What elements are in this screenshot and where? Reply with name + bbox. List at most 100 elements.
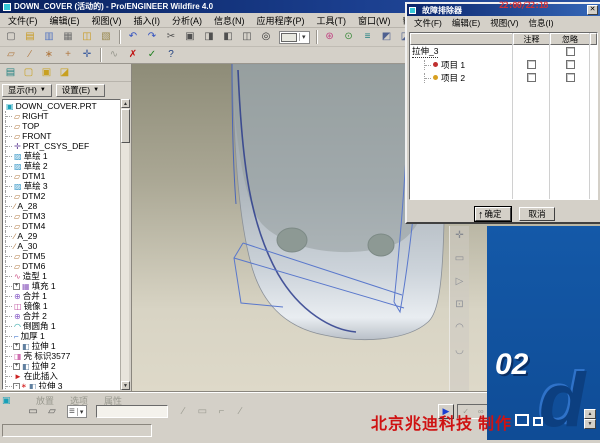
tree-item[interactable]: ⌐加厚 1 <box>5 331 128 341</box>
spin-center-icon[interactable]: ⊙ <box>340 30 358 45</box>
mail-icon[interactable]: ▧ <box>97 30 115 45</box>
menu-item-4[interactable]: 分析(A) <box>166 13 208 28</box>
troubleshooter-row[interactable]: 项目 2 <box>410 71 597 84</box>
accept-icon[interactable]: ✓ <box>143 48 161 63</box>
chevron-down-icon[interactable]: ▾ <box>299 33 308 41</box>
ignore-column-header[interactable]: 忽略 <box>550 33 590 45</box>
shell-tool-icon[interactable]: ◡ <box>455 345 464 356</box>
overlay-spinner[interactable]: ▲ ▼ <box>584 409 596 430</box>
datum-tool-icon[interactable]: ✛ <box>455 230 463 241</box>
settings-dropdown-button[interactable]: 设置(E) ▼ <box>56 84 105 97</box>
remove-material-icon[interactable]: ▭ <box>193 404 211 419</box>
tree-item[interactable]: ▱DTM4 <box>5 221 128 231</box>
spin-center-toggle[interactable]: ✛ <box>78 48 96 63</box>
tree-item[interactable]: ▨草绘 3 <box>5 181 128 191</box>
scroll-up-icon[interactable]: ▲ <box>121 99 130 108</box>
show-dropdown-button[interactable]: 显示(H) ▼ <box>2 84 52 97</box>
scroll-down-icon[interactable]: ▼ <box>121 381 130 390</box>
ignore-checkbox[interactable] <box>566 73 575 82</box>
delete-icon[interactable]: ✗ <box>124 48 142 63</box>
tree-item[interactable]: ▱FRONT <box>5 131 128 141</box>
tree-item[interactable]: ▣DOWN_COVER.PRT <box>5 101 128 111</box>
scrollbar-thumb[interactable] <box>121 109 130 143</box>
find-icon[interactable]: ◎ <box>257 30 275 45</box>
view-manager-icon[interactable]: ◩ <box>378 30 396 45</box>
menu-item-2[interactable]: 视图(V) <box>86 13 128 28</box>
chevron-down-icon[interactable]: ▾ <box>77 408 86 416</box>
spin-down-icon[interactable]: ▼ <box>584 419 596 429</box>
menu-item-3[interactable]: 信息(I) <box>524 17 559 29</box>
save-icon[interactable]: ▥ <box>40 30 58 45</box>
tree-item[interactable]: ∕A_28 <box>5 201 128 211</box>
thicken-icon[interactable]: ⌐ <box>212 404 230 419</box>
layers-icon[interactable]: ≡ <box>359 30 377 45</box>
open-icon[interactable]: ▤ <box>21 30 39 45</box>
tree-item[interactable]: -∗◧拉伸 3 <box>5 381 128 390</box>
menu-item-0[interactable]: 文件(F) <box>2 13 44 28</box>
tree-item[interactable]: ∿造型 1 <box>5 271 128 281</box>
model-tree-tab[interactable]: ▤ <box>2 65 19 80</box>
menu-item-2[interactable]: 视图(V) <box>485 17 523 29</box>
menu-item-7[interactable]: 工具(T) <box>311 13 353 28</box>
menu-item-8[interactable]: 窗口(W) <box>352 13 397 28</box>
depth-value-field[interactable] <box>96 405 168 418</box>
sketch-tool-icon[interactable]: ∿ <box>105 48 123 63</box>
menu-item-6[interactable]: 应用程序(P) <box>251 13 311 28</box>
tree-item[interactable]: ▨草绘 2 <box>5 161 128 171</box>
troubleshooter-row[interactable]: 拉伸_3 <box>410 45 597 58</box>
cut-icon[interactable]: ✂ <box>162 30 180 45</box>
revolve-tool-icon[interactable]: ▷ <box>456 276 464 287</box>
paste-special-icon[interactable]: ◧ <box>219 30 237 45</box>
troubleshooter-row[interactable]: 项目 1 <box>410 58 597 71</box>
note-checkbox[interactable] <box>527 73 536 82</box>
datum-plane-toggle[interactable]: ▱ <box>2 48 20 63</box>
round-tool-icon[interactable]: ◠ <box>455 322 464 333</box>
menu-item-1[interactable]: 编辑(E) <box>447 17 485 29</box>
favorites-tab[interactable]: ▣ <box>38 65 55 80</box>
redo-icon[interactable]: ↷ <box>143 30 161 45</box>
tree-item[interactable]: ▱DTM3 <box>5 211 128 221</box>
tree-item[interactable]: ►在此插入 <box>5 371 128 381</box>
menu-item-0[interactable]: 文件(F) <box>409 17 447 29</box>
ignore-checkbox[interactable] <box>566 60 575 69</box>
tree-expander-icon[interactable]: + <box>13 363 20 370</box>
paste-icon[interactable]: ◨ <box>200 30 218 45</box>
tree-item[interactable]: ▱DTM2 <box>5 191 128 201</box>
history-tab[interactable]: ◪ <box>56 65 73 80</box>
set-working-directory-icon[interactable]: ◫ <box>78 30 96 45</box>
tree-expander-icon[interactable]: + <box>13 283 20 290</box>
menu-item-5[interactable]: 信息(N) <box>208 13 251 28</box>
cancel-button[interactable]: 取消 <box>519 207 555 221</box>
menu-item-3[interactable]: 插入(I) <box>128 13 167 28</box>
menu-item-1[interactable]: 编辑(E) <box>44 13 86 28</box>
new-file-icon[interactable]: ▢ <box>2 30 20 45</box>
extrude-tool-icon[interactable]: ▭ <box>455 253 464 264</box>
surface-toggle[interactable]: ▱ <box>43 404 61 419</box>
tree-item[interactable]: ∕A_30 <box>5 241 128 251</box>
note-column-header[interactable]: 注释 <box>513 33 550 45</box>
note-checkbox[interactable] <box>527 60 536 69</box>
flip-direction-icon[interactable]: ∕ <box>174 404 192 419</box>
select-filter-combo[interactable]: ▾ <box>279 31 310 44</box>
print-icon[interactable]: ▦ <box>59 30 77 45</box>
solid-toggle[interactable]: ▭ <box>24 404 42 419</box>
spin-up-icon[interactable]: ▲ <box>584 409 596 419</box>
csys-toggle[interactable]: + <box>59 48 77 63</box>
tree-expander-icon[interactable]: - <box>13 383 20 390</box>
model-hole-left[interactable] <box>277 228 307 252</box>
copy-icon[interactable]: ▣ <box>181 30 199 45</box>
angle-icon[interactable]: ∕ <box>231 404 249 419</box>
undo-icon[interactable]: ↶ <box>124 30 142 45</box>
model-hole-right[interactable] <box>368 234 394 256</box>
model-tree-scrollbar[interactable]: ▲ ▼ <box>120 99 129 390</box>
context-help-icon[interactable]: ? <box>162 48 180 63</box>
sweep-tool-icon[interactable]: ⊡ <box>455 299 463 310</box>
datum-point-toggle[interactable]: ∗ <box>40 48 58 63</box>
ignore-checkbox[interactable] <box>566 47 575 56</box>
tree-item[interactable]: ▱TOP <box>5 121 128 131</box>
folder-browser-tab[interactable]: ▢ <box>20 65 37 80</box>
tree-item[interactable]: ∕A_29 <box>5 231 128 241</box>
regenerate-icon[interactable]: ⊛ <box>321 30 339 45</box>
depth-option-combo[interactable]: ≡ ▾ <box>67 405 87 418</box>
duplicate-icon[interactable]: ◫ <box>238 30 256 45</box>
